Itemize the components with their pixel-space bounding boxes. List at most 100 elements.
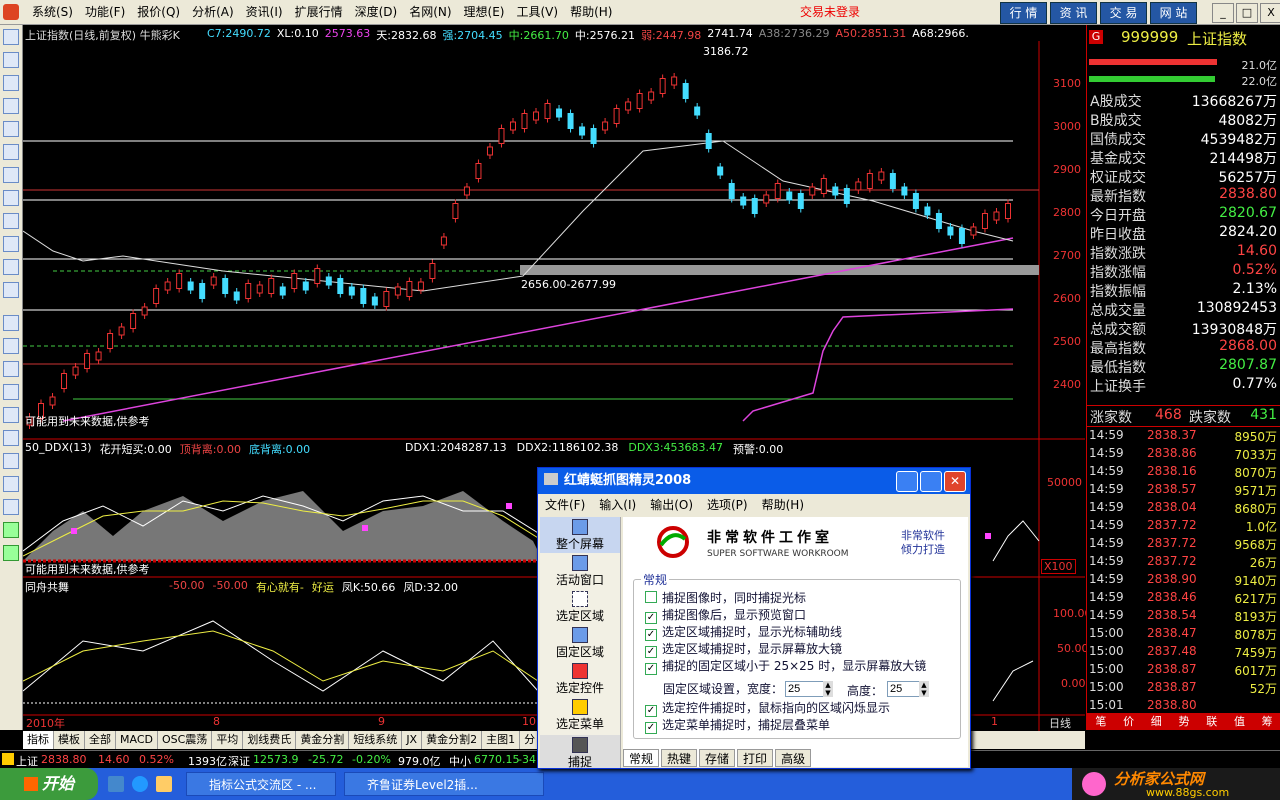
menu-info[interactable]: 资讯(I) (240, 0, 289, 24)
toolbar-icon[interactable] (3, 75, 19, 91)
menu-quote[interactable]: 报价(Q) (131, 0, 186, 24)
dialog-menu-help[interactable]: 帮助(H) (755, 495, 811, 515)
option-checkbox-row[interactable]: ✓ 选定控件捕捉时，鼠标指向的区域闪烁显示 (645, 699, 890, 717)
fixed-width-input[interactable] (785, 681, 825, 697)
option-checkbox-row[interactable]: 捕捉图像时，同时捕捉光标 (645, 589, 806, 605)
capture-selected-region[interactable]: 选定区域 (540, 589, 620, 625)
website-button[interactable]: 网 站 (1150, 2, 1197, 24)
dialog-minimize-button[interactable] (896, 471, 918, 492)
option-checkbox-row[interactable]: ✓ 选定菜单捕捉时，捕捉层叠菜单 (645, 716, 830, 734)
tab-macd[interactable]: MACD (116, 731, 158, 749)
checkbox[interactable]: ✓ (645, 663, 657, 675)
dialog-close-button[interactable]: ✕ (944, 471, 966, 492)
toolbar-icon[interactable] (3, 52, 19, 68)
toolbar-icon[interactable] (3, 361, 19, 377)
toolbar-icon[interactable] (3, 213, 19, 229)
panel-tab[interactable]: 筹 (1253, 713, 1280, 730)
panel-tab[interactable]: 联 (1198, 713, 1226, 730)
folder-icon[interactable] (156, 776, 172, 792)
arrow-up-icon[interactable] (3, 522, 19, 538)
arrow-down-icon[interactable] (3, 545, 19, 561)
dialog-menu-options[interactable]: 选项(P) (700, 495, 755, 515)
tab-jx[interactable]: JX (402, 731, 423, 749)
menu-system[interactable]: 系统(S) (26, 0, 79, 24)
menu-ideal[interactable]: 理想(E) (458, 0, 511, 24)
maximize-button[interactable]: □ (1236, 3, 1258, 23)
tab-golden-split2[interactable]: 黄金分割2 (422, 731, 483, 749)
toolbar-icon[interactable] (3, 259, 19, 275)
height-spinner[interactable]: ▲ ▼ (919, 681, 929, 697)
settings-tab-save[interactable]: 存储 (699, 749, 736, 767)
settings-tab-hotkey[interactable]: 热键 (661, 749, 698, 767)
tab-short-system[interactable]: 短线系统 (349, 731, 403, 749)
show-desktop-icon[interactable] (108, 776, 124, 792)
width-spinner[interactable]: ▲ ▼ (823, 681, 833, 697)
toolbar-icon[interactable] (3, 407, 19, 423)
start-button[interactable]: 开始 (0, 768, 98, 800)
menu-tools[interactable]: 工具(V) (510, 0, 564, 24)
tab-osc[interactable]: OSC震荡 (158, 731, 213, 749)
tab-indicator[interactable]: 指标 (23, 731, 54, 749)
option-checkbox-row[interactable]: ✓ 选定区域捕捉时，显示光标辅助线 (645, 623, 842, 641)
toolbar-icon[interactable] (3, 29, 19, 45)
option-checkbox-row[interactable]: ✓ 选定区域捕捉时，显示屏幕放大镜 (645, 640, 842, 658)
toolbar-icon[interactable] (3, 190, 19, 206)
toolbar-icon[interactable] (3, 167, 19, 183)
tab-golden-split[interactable]: 黄金分割 (296, 731, 350, 749)
checkbox[interactable]: ✓ (645, 722, 657, 734)
capture-control[interactable]: 选定控件 (540, 661, 620, 697)
tab-main1[interactable]: 主图1 (482, 731, 521, 749)
option-checkbox-row[interactable]: ✓ 捕捉的固定区域小于 25×25 时，显示屏幕放大镜 (645, 657, 926, 675)
tab-average[interactable]: 平均 (212, 731, 244, 749)
settings-tab-advanced[interactable]: 高级 (775, 749, 812, 767)
trade-button[interactable]: 交 易 (1100, 2, 1147, 24)
panel-tab[interactable]: 价 (1115, 713, 1143, 730)
toolbar-icon[interactable] (3, 282, 19, 298)
capture-button[interactable]: 捕捉 (540, 735, 620, 769)
dialog-menu-input[interactable]: 输入(I) (592, 495, 643, 515)
ie-icon[interactable] (132, 776, 148, 792)
close-button[interactable]: X (1260, 3, 1280, 23)
tab-fib-lines[interactable]: 划线费氏 (243, 731, 297, 749)
dialog-titlebar[interactable]: 红蜻蜓抓图精灵2008 ✕ (538, 468, 970, 494)
toolbar-icon[interactable] (3, 384, 19, 400)
settings-tab-print[interactable]: 打印 (737, 749, 774, 767)
menu-extended-quote[interactable]: 扩展行情 (289, 0, 349, 24)
draw-pen-icon[interactable] (3, 499, 19, 515)
menu-depth[interactable]: 深度(D) (349, 0, 404, 24)
menu-help[interactable]: 帮助(H) (564, 0, 618, 24)
panel-tab[interactable]: 势 (1170, 713, 1198, 730)
panel-tab[interactable]: 笔 (1087, 713, 1115, 730)
capture-full-screen[interactable]: 整个屏幕 (540, 517, 620, 553)
menu-famous-sites[interactable]: 名网(N) (403, 0, 457, 24)
menu-analysis[interactable]: 分析(A) (186, 0, 240, 24)
period-label[interactable]: 日线 (1049, 715, 1071, 731)
fixed-height-input[interactable] (887, 681, 923, 697)
toolbar-icon[interactable] (3, 236, 19, 252)
dialog-menu-output[interactable]: 输出(O) (643, 495, 700, 515)
settings-tab-general[interactable]: 常规 (623, 749, 660, 767)
taskbar-item-broker[interactable]: 齐鲁证券Level2插... (344, 772, 544, 796)
tab-all[interactable]: 全部 (85, 731, 116, 749)
quotes-button[interactable]: 行 情 (1000, 2, 1047, 24)
dialog-maximize-button[interactable] (920, 471, 942, 492)
capture-fixed-region[interactable]: 固定区域 (540, 625, 620, 661)
toolbar-icon[interactable] (3, 338, 19, 354)
option-checkbox-row[interactable]: ✓ 捕捉图像后，显示预览窗口 (645, 606, 806, 624)
menu-function[interactable]: 功能(F) (79, 0, 131, 24)
toolbar-icon[interactable] (3, 476, 19, 492)
checkbox[interactable] (645, 591, 657, 603)
capture-menu[interactable]: 选定菜单 (540, 697, 620, 733)
toolbar-icon[interactable] (3, 453, 19, 469)
panel-tab[interactable]: 细 (1142, 713, 1170, 730)
dialog-menu-file[interactable]: 文件(F) (538, 495, 592, 515)
news-button[interactable]: 资 讯 (1050, 2, 1097, 24)
capture-active-window[interactable]: 活动窗口 (540, 553, 620, 589)
toolbar-icon[interactable] (3, 121, 19, 137)
taskbar-item-forum[interactable]: 指标公式交流区 - ... (186, 772, 336, 796)
toolbar-icon[interactable] (3, 144, 19, 160)
toolbar-icon[interactable] (3, 430, 19, 446)
panel-tab[interactable]: 值 (1226, 713, 1254, 730)
minimize-button[interactable]: _ (1212, 3, 1234, 23)
tab-template[interactable]: 模板 (54, 731, 85, 749)
